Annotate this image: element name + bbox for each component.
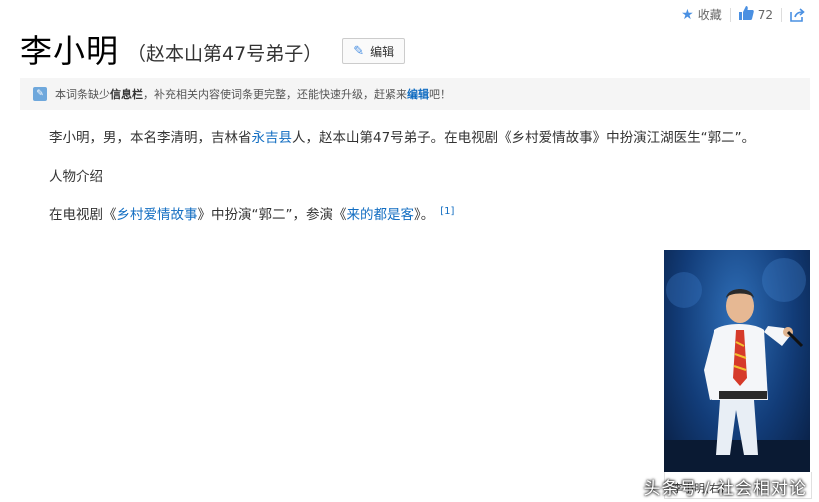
edit-button-label: 编辑 — [370, 44, 395, 59]
edit-square-icon: ✎ — [33, 87, 47, 101]
yongji-county-link[interactable]: 永吉县 — [252, 130, 293, 146]
divider — [729, 7, 731, 22]
page-subtitle: （赵本山第47号弟子） — [127, 42, 323, 65]
collect-label: 收藏 — [697, 8, 722, 22]
drama-link-xiangcun[interactable]: 乡村爱情故事 — [117, 207, 198, 223]
intro-text-a: 李小明，男，本名李清明，吉林省 — [49, 130, 252, 146]
like-count: 72 — [757, 7, 773, 22]
pencil-icon: ✎ — [353, 43, 365, 59]
share-icon[interactable] — [790, 7, 805, 22]
reference-link[interactable]: [1] — [440, 206, 454, 217]
missing-infobox-notice: ✎ 本词条缺少 信息栏 ，补充相关内容使词条更完整，还能快速升级，赶紧来 编辑 吧！ — [20, 78, 810, 110]
roles-text-c: 》。 — [414, 207, 435, 223]
top-actions: ★ 收藏 72 — [681, 6, 805, 23]
notice-middle: ，补充相关内容使词条更完整，还能快速升级，赶紧来 — [143, 88, 407, 101]
collect-button[interactable]: ★ 收藏 — [681, 6, 722, 23]
roles-text-b: 》中扮演“郭二”，参演《 — [197, 207, 347, 223]
intro-paragraph: 李小明，男，本名李清明，吉林省永吉县人，赵本山第47号弟子。在电视剧《乡村爱情故… — [49, 126, 755, 146]
section-heading: 人物介绍 — [49, 169, 103, 185]
notice-prefix: 本词条缺少 — [55, 88, 110, 101]
thumbs-up-icon — [738, 6, 754, 23]
notice-bold: 信息栏 — [110, 88, 143, 101]
divider — [781, 7, 782, 22]
title-row: 李小明 （赵本山第47号弟子） ✎ 编辑 — [20, 26, 406, 72]
roles-text-a: 在电视剧《 — [49, 207, 117, 223]
page-title: 李小明 — [20, 32, 120, 70]
notice-edit-link[interactable]: 编辑 — [407, 86, 429, 102]
roles-paragraph: 在电视剧《乡村爱情故事》中扮演“郭二”，参演《来的都是客》。 [1] — [49, 203, 454, 224]
watermark: 头条号 / 社会相对论 — [643, 479, 807, 499]
edit-button[interactable]: ✎ 编辑 — [342, 38, 406, 64]
notice-suffix: 吧！ — [429, 88, 451, 101]
like-button[interactable]: 72 — [738, 6, 773, 23]
person-photo[interactable] — [664, 250, 810, 472]
drama-link-laidedou[interactable]: 来的都是客 — [347, 207, 415, 223]
intro-text-b: 人，赵本山第47号弟子。在电视剧《乡村爱情故事》中扮演江湖医生“郭二”。 — [292, 130, 756, 146]
star-icon: ★ — [681, 6, 694, 23]
